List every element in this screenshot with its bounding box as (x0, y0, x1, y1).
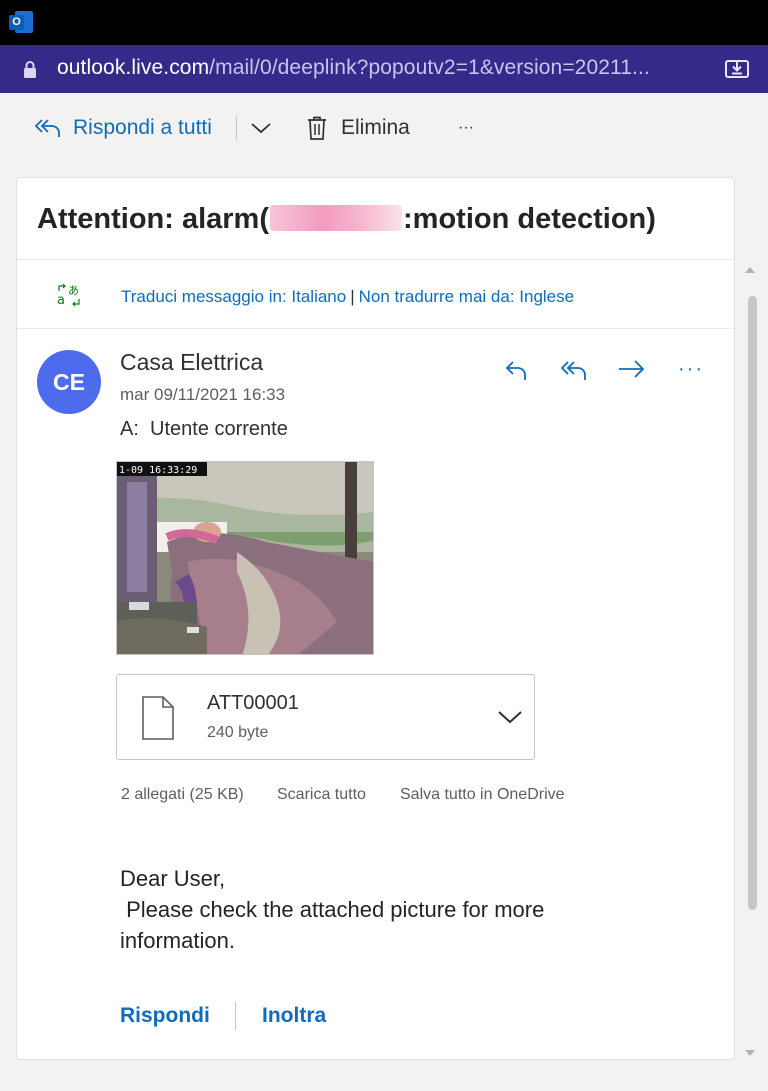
camera-snapshot-image[interactable]: 1-09 16:33:29 (116, 461, 374, 655)
svg-text:あ: あ (68, 284, 79, 297)
chevron-down-icon[interactable] (497, 709, 523, 725)
scrollbar-thumb[interactable] (748, 296, 757, 910)
message-subject: Attention: alarm( :motion detection) (37, 203, 656, 236)
reply-all-label: Rispondi a tutti (73, 116, 212, 139)
reply-all-icon[interactable] (560, 356, 590, 384)
translate-icon: a あ (57, 283, 80, 307)
reply-button[interactable]: Rispondi (120, 1004, 210, 1028)
lock-icon (24, 61, 36, 78)
attachment-size: 240 byte (207, 724, 269, 741)
scroll-up-arrow[interactable] (745, 267, 755, 273)
message-date: mar 09/11/2021 16:33 (120, 385, 286, 404)
delete-button[interactable]: Elimina (306, 93, 410, 163)
address-bar[interactable]: outlook.live.com/mail/0/deeplink?popoutv… (0, 45, 768, 93)
download-all-link[interactable]: Scarica tutto (277, 786, 366, 804)
recipient-line: A: Utente corrente (120, 418, 288, 440)
chevron-down-icon (251, 123, 271, 134)
delete-label: Elimina (341, 116, 410, 139)
message-card: Attention: alarm( :motion detection) a あ … (16, 177, 735, 1060)
url-host: outlook.live.com (57, 56, 210, 79)
outlook-app-icon: O (9, 11, 33, 33)
scroll-down-arrow[interactable] (745, 1050, 755, 1056)
svg-text:a: a (57, 293, 65, 307)
translate-separator: | (350, 287, 355, 306)
subject-end: :motion detection) (403, 203, 656, 235)
toolbar-divider (236, 115, 237, 141)
command-toolbar: Rispondi a tutti Elimina ··· (0, 93, 768, 163)
save-onedrive-link[interactable]: Salva tutto in OneDrive (400, 786, 565, 804)
more-actions-button[interactable]: ··· (458, 93, 474, 163)
attachment-card[interactable]: ATT00001 240 byte (116, 674, 535, 760)
forward-icon[interactable] (617, 356, 647, 384)
reply-icon[interactable] (504, 356, 530, 384)
install-app-icon[interactable] (724, 57, 750, 81)
reply-all-icon (34, 119, 60, 137)
footer-divider (235, 1002, 236, 1030)
subject-start: Attention: alarm( (37, 203, 269, 235)
url-path: /mail/0/deeplink?popoutv2=1&version=2021… (209, 56, 650, 79)
attachment-name: ATT00001 (207, 692, 299, 714)
url-text[interactable]: outlook.live.com/mail/0/deeplink?popoutv… (57, 56, 650, 80)
trash-icon (308, 116, 326, 140)
never-translate-link[interactable]: Non tradurre mai da: Inglese (359, 287, 574, 306)
file-icon (142, 696, 174, 740)
message-more-button[interactable]: ··· (678, 358, 704, 386)
avatar[interactable]: CE (37, 350, 101, 414)
sender-name[interactable]: Casa Elettrica (120, 349, 263, 376)
translate-bar: a あ Traduci messaggio in: Italiano | Non t… (17, 261, 734, 329)
window-title-bar: O (0, 0, 768, 45)
message-body: Dear User, Please check the attached pic… (120, 866, 545, 953)
reply-all-button[interactable]: Rispondi a tutti (34, 93, 212, 163)
attachments-count: 2 allegati (25 KB) (121, 786, 244, 803)
reply-options-dropdown[interactable] (250, 93, 272, 163)
forward-button[interactable]: Inoltra (262, 1004, 326, 1028)
redaction-mark (270, 205, 402, 231)
translate-link[interactable]: Traduci messaggio in: Italiano (121, 287, 346, 306)
image-timestamp: 1-09 16:33:29 (119, 465, 197, 476)
subject-bar: Attention: alarm( :motion detection) (17, 178, 734, 260)
translate-options: Traduci messaggio in: Italiano | Non tradu… (121, 287, 574, 307)
